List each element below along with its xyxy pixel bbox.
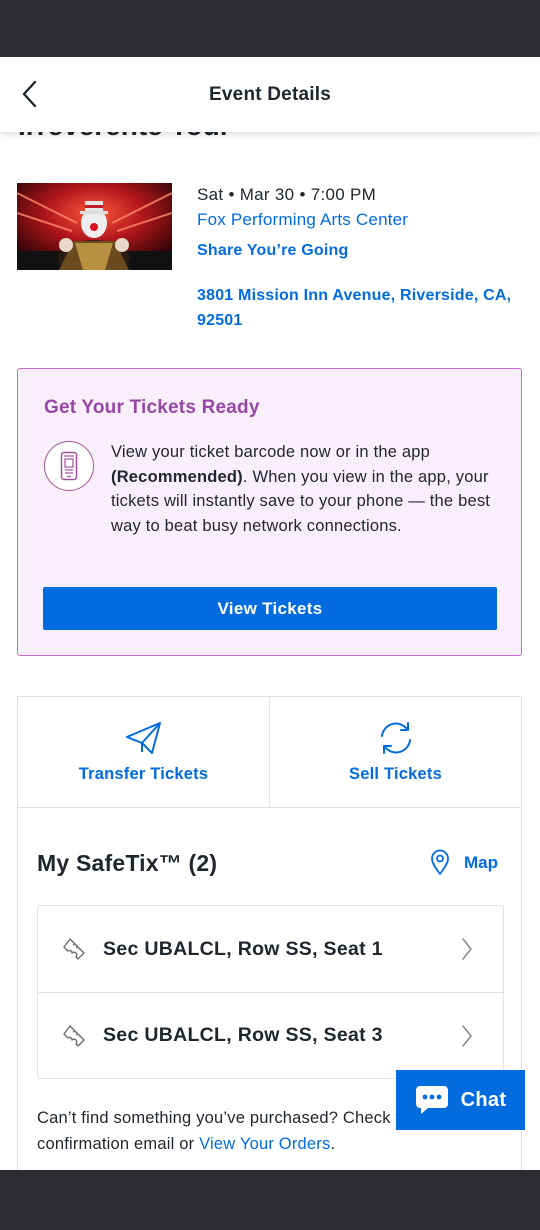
event-title: Irreverente Tour — [18, 132, 231, 142]
system-nav-bar — [0, 1170, 540, 1230]
transfer-tickets-label: Transfer Tickets — [78, 765, 209, 783]
seat-row[interactable]: Sec UBALCL, Row SS, Seat 1 — [38, 906, 503, 992]
map-pin-icon — [431, 849, 449, 875]
seat-label: Sec UBALCL, Row SS, Seat 1 — [103, 937, 383, 960]
chevron-right-icon — [462, 1025, 472, 1047]
refresh-icon — [380, 722, 411, 754]
seat-row[interactable]: Sec UBALCL, Row SS, Seat 3 — [38, 992, 503, 1078]
share-going-link[interactable]: Share You’re Going — [197, 242, 348, 260]
tickets-ready-description: View your ticket barcode now or in the a… — [111, 443, 491, 535]
map-label: Map — [464, 852, 498, 872]
view-orders-link[interactable]: View Your Orders — [199, 1135, 330, 1153]
tickets-ready-card: Get Your Tickets Ready View your ticket … — [17, 368, 522, 656]
event-image[interactable] — [17, 183, 172, 270]
chat-label: Chat — [460, 1088, 507, 1111]
event-date-time: Sat • Mar 30 • 7:00 PM — [197, 185, 377, 204]
phone-icon — [60, 451, 78, 481]
ticket-icon — [63, 1025, 85, 1047]
map-link[interactable]: Map — [430, 849, 498, 876]
scroll-content[interactable]: Irreverente Tour — [0, 132, 540, 1170]
transfer-tickets-button[interactable]: Transfer Tickets — [18, 697, 270, 807]
performer-image — [17, 183, 172, 270]
action-row: Transfer Tickets Sell Tickets — [18, 697, 521, 808]
venue-link[interactable]: Fox Performing Arts Center — [197, 210, 408, 230]
seat-list: Sec UBALCL, Row SS, Seat 1 Sec UBALCL, R… — [37, 905, 504, 1079]
paper-plane-icon — [125, 722, 161, 754]
chevron-left-icon — [22, 80, 37, 108]
chat-bubble-icon — [415, 1086, 448, 1114]
page-title: Event Details — [209, 83, 331, 105]
sell-tickets-label: Sell Tickets — [349, 765, 442, 783]
safetix-heading: My SafeTix™ (2) — [37, 850, 218, 876]
venue-address-link[interactable]: 3801 Mission Inn Avenue, Riverside, CA, … — [197, 283, 527, 333]
chat-button[interactable]: Chat — [396, 1070, 525, 1130]
system-status-bar — [0, 0, 540, 57]
chevron-right-icon — [462, 938, 472, 960]
seat-label: Sec UBALCL, Row SS, Seat 3 — [103, 1024, 383, 1046]
view-tickets-button[interactable]: View Tickets — [43, 587, 497, 630]
phone-icon-badge — [44, 441, 94, 491]
app-header: Event Details — [0, 57, 540, 132]
back-button[interactable] — [12, 77, 46, 111]
tickets-ready-title: Get Your Tickets Ready — [44, 397, 260, 418]
sell-tickets-button[interactable]: Sell Tickets — [270, 697, 521, 807]
ticket-icon — [63, 938, 85, 960]
